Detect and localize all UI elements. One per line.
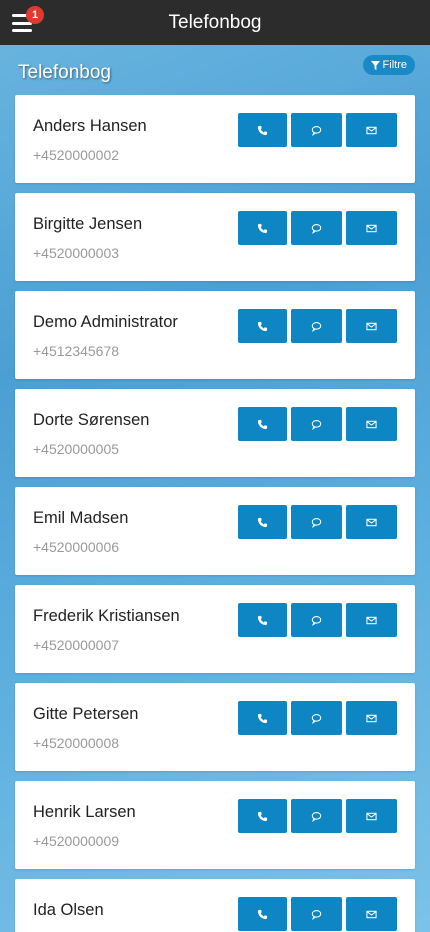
top-navigation-bar: 1 Telefonbog xyxy=(0,0,430,45)
contact-phone: +4520000003 xyxy=(33,245,120,261)
contact-actions xyxy=(238,505,397,539)
contact-card: Anders Hansen +4520000002 xyxy=(15,95,415,183)
contact-card: Ida Olsen xyxy=(15,879,415,932)
contact-actions xyxy=(238,897,397,931)
contact-card: Birgitte Jensen +4520000003 xyxy=(15,193,415,281)
contact-card: Gitte Petersen +4520000008 xyxy=(15,683,415,771)
message-button[interactable] xyxy=(291,113,342,147)
message-button[interactable] xyxy=(291,799,342,833)
contact-name: Emil Madsen xyxy=(33,509,129,527)
contact-phone: +4520000009 xyxy=(33,833,120,849)
call-button[interactable] xyxy=(238,407,287,441)
email-button[interactable] xyxy=(346,701,397,735)
contact-actions xyxy=(238,113,397,147)
page-title: Telefonbog xyxy=(18,62,111,83)
contact-name: Ida Olsen xyxy=(33,901,104,919)
email-button[interactable] xyxy=(346,113,397,147)
app-title: Telefonbog xyxy=(168,11,262,33)
phone-icon xyxy=(257,419,268,429)
message-button[interactable] xyxy=(291,505,342,539)
chat-bubble-icon xyxy=(311,517,322,528)
phone-icon xyxy=(257,517,268,527)
contact-actions xyxy=(238,211,397,245)
contact-card: Dorte Sørensen +4520000005 xyxy=(15,389,415,477)
chat-bubble-icon xyxy=(311,615,322,626)
call-button[interactable] xyxy=(238,701,287,735)
contact-phone: +4520000002 xyxy=(33,147,120,163)
hamburger-line xyxy=(12,29,32,32)
contact-actions xyxy=(238,799,397,833)
contact-name: Frederik Kristiansen xyxy=(33,607,180,625)
contact-actions xyxy=(238,309,397,343)
email-button[interactable] xyxy=(346,309,397,343)
envelope-icon xyxy=(366,910,377,918)
phone-icon xyxy=(257,615,268,625)
contact-card: Emil Madsen +4520000006 xyxy=(15,487,415,575)
notification-badge: 1 xyxy=(26,6,44,24)
message-button[interactable] xyxy=(291,407,342,441)
call-button[interactable] xyxy=(238,113,287,147)
phone-icon xyxy=(257,125,268,135)
contact-name: Henrik Larsen xyxy=(33,803,136,821)
envelope-icon xyxy=(366,518,377,526)
message-button[interactable] xyxy=(291,309,342,343)
envelope-icon xyxy=(366,616,377,624)
contact-name: Dorte Sørensen xyxy=(33,411,150,429)
contact-actions xyxy=(238,407,397,441)
contact-name: Demo Administrator xyxy=(33,313,178,331)
message-button[interactable] xyxy=(291,897,342,931)
contact-phone: +4520000006 xyxy=(33,539,120,555)
envelope-icon xyxy=(366,812,377,820)
envelope-icon xyxy=(366,126,377,134)
contact-phone: +4520000005 xyxy=(33,441,120,457)
contact-name: Anders Hansen xyxy=(33,117,147,135)
filter-button[interactable]: Filtre xyxy=(362,55,415,75)
chat-bubble-icon xyxy=(311,713,322,724)
phone-icon xyxy=(257,321,268,331)
phone-icon xyxy=(257,811,268,821)
call-button[interactable] xyxy=(238,603,287,637)
chat-bubble-icon xyxy=(311,125,322,136)
message-button[interactable] xyxy=(291,701,342,735)
email-button[interactable] xyxy=(346,407,397,441)
chat-bubble-icon xyxy=(311,909,322,920)
contact-card: Henrik Larsen +4520000009 xyxy=(15,781,415,869)
envelope-icon xyxy=(366,420,377,428)
contact-actions xyxy=(238,701,397,735)
page-header: Telefonbog Filtre xyxy=(0,45,430,95)
contact-card: Frederik Kristiansen +4520000007 xyxy=(15,585,415,673)
contact-phone: +4512345678 xyxy=(33,343,120,359)
email-button[interactable] xyxy=(346,505,397,539)
contact-card: Demo Administrator +4512345678 xyxy=(15,291,415,379)
email-button[interactable] xyxy=(346,897,397,931)
funnel-icon xyxy=(370,60,380,70)
call-button[interactable] xyxy=(238,505,287,539)
call-button[interactable] xyxy=(238,897,287,931)
chat-bubble-icon xyxy=(311,321,322,332)
message-button[interactable] xyxy=(291,211,342,245)
contact-phone: +4520000008 xyxy=(33,735,120,751)
call-button[interactable] xyxy=(238,309,287,343)
contact-phone: +4520000007 xyxy=(33,637,120,653)
chat-bubble-icon xyxy=(311,419,322,430)
filter-label: Filtre xyxy=(382,59,407,71)
contact-name: Birgitte Jensen xyxy=(33,215,143,233)
contact-actions xyxy=(238,603,397,637)
email-button[interactable] xyxy=(346,211,397,245)
email-button[interactable] xyxy=(346,603,397,637)
contact-name: Gitte Petersen xyxy=(33,705,139,723)
call-button[interactable] xyxy=(238,799,287,833)
phone-icon xyxy=(257,713,268,723)
phone-icon xyxy=(257,223,268,233)
envelope-icon xyxy=(366,224,377,232)
call-button[interactable] xyxy=(238,211,287,245)
envelope-icon xyxy=(366,714,377,722)
envelope-icon xyxy=(366,322,377,330)
chat-bubble-icon xyxy=(311,223,322,234)
message-button[interactable] xyxy=(291,603,342,637)
email-button[interactable] xyxy=(346,799,397,833)
contact-list: Anders Hansen +4520000002 Birgitte Jense… xyxy=(15,95,415,932)
phone-icon xyxy=(257,909,268,919)
chat-bubble-icon xyxy=(311,811,322,822)
